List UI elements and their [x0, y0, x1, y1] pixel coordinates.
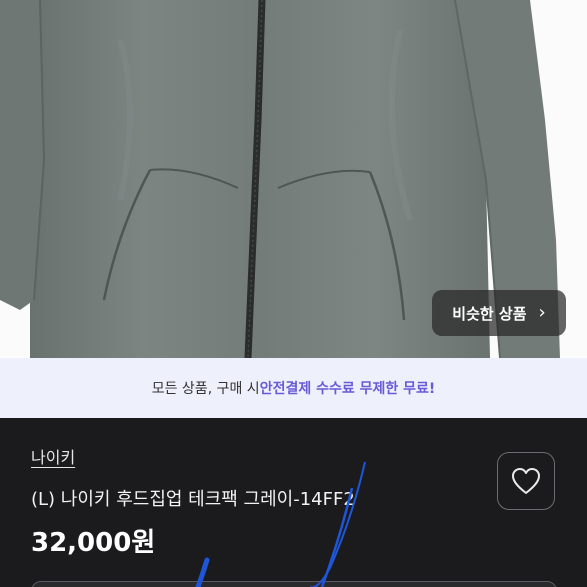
heart-icon [512, 468, 540, 494]
similar-products-label: 비슷한 상품 [452, 304, 527, 323]
product-price: 32,000원 [31, 528, 156, 558]
promo-highlight: 안전결제 수수료 무제한 무료! [259, 381, 436, 397]
promo-banner: 모든 상품, 구매 시 안전결제 수수료 무제한 무료! [0, 358, 587, 418]
chevron-right-icon: › [538, 302, 546, 323]
product-info-panel: 나이키 (L) 나이키 후드집업 테크팩 그레이-14FF2 32,000원 [0, 418, 587, 587]
similar-products-button[interactable]: 비슷한 상품 › [432, 290, 566, 336]
favorite-button[interactable] [497, 452, 555, 510]
product-title: (L) 나이키 후드집업 테크팩 그레이-14FF2 [31, 489, 355, 510]
shop-name-link[interactable]: 나이키 [31, 444, 75, 468]
bottom-action-box[interactable] [31, 581, 557, 587]
product-image[interactable]: 비슷한 상품 › [0, 0, 587, 358]
promo-text: 모든 상품, 구매 시 [151, 381, 260, 397]
